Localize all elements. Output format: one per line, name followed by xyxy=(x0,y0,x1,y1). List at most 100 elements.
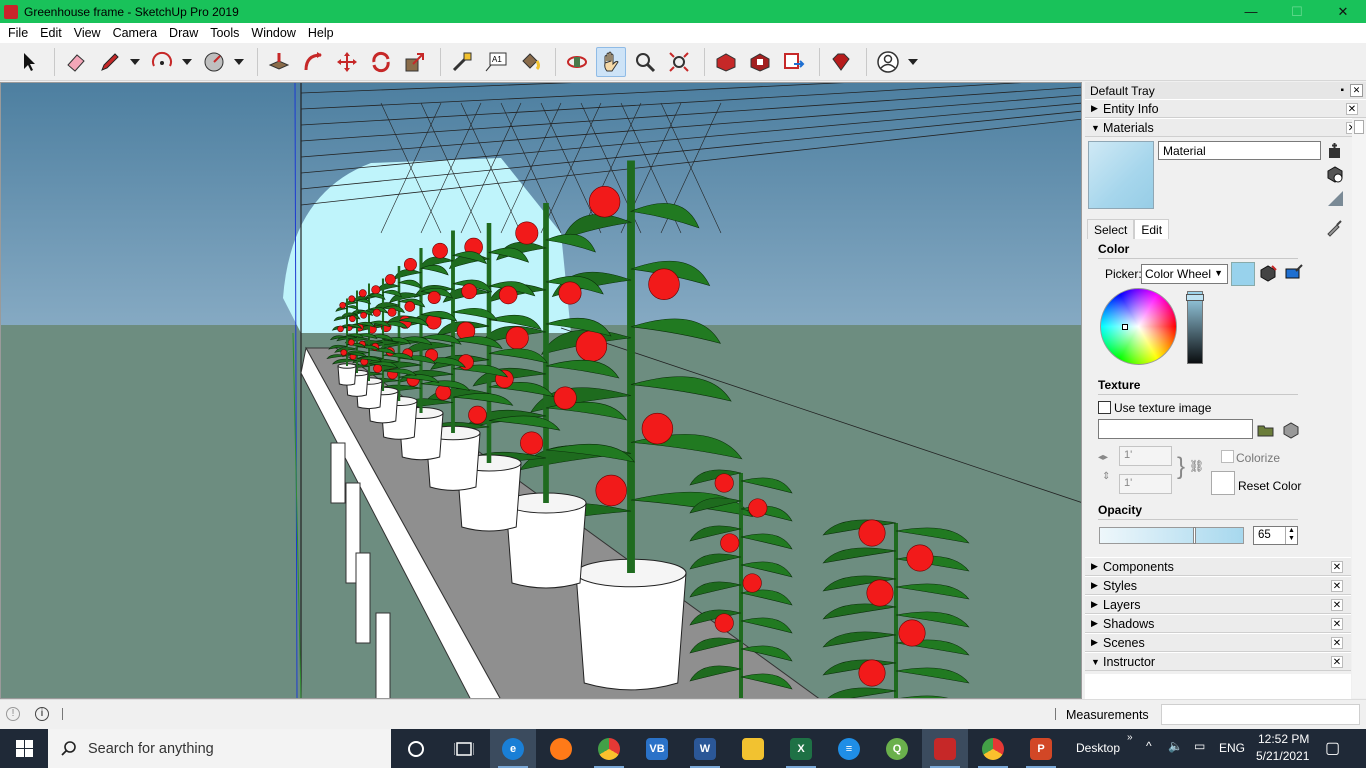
opacity-slider-knob[interactable] xyxy=(1193,527,1196,544)
account-icon[interactable] xyxy=(873,47,903,77)
measurements-field[interactable] xyxy=(1161,704,1360,725)
shape-dropdown-icon[interactable] xyxy=(233,47,245,77)
taskbar-excel[interactable]: X xyxy=(778,729,824,768)
taskbar-app-blue[interactable]: ≡ xyxy=(826,729,872,768)
tab-select[interactable]: Select xyxy=(1087,219,1135,239)
aspect-link-icon[interactable]: } xyxy=(1177,453,1185,481)
account-dropdown-icon[interactable] xyxy=(907,47,919,77)
current-color-chip[interactable] xyxy=(1231,262,1255,286)
text-tool-icon[interactable]: A1 xyxy=(481,47,511,77)
taskbar-edge[interactable]: e xyxy=(490,729,536,768)
menu-edit[interactable]: Edit xyxy=(34,26,68,40)
follow-me-tool-icon[interactable] xyxy=(298,47,328,77)
select-tool-icon[interactable] xyxy=(14,47,44,77)
scale-tool-icon[interactable] xyxy=(400,47,430,77)
texture-path-field[interactable] xyxy=(1098,419,1253,439)
material-swatch[interactable] xyxy=(1088,141,1154,209)
reset-color-swatch[interactable] xyxy=(1211,471,1235,495)
sample-material-triangle-icon[interactable] xyxy=(1326,189,1344,207)
move-tool-icon[interactable] xyxy=(332,47,362,77)
texture-height-field[interactable]: 1' xyxy=(1119,474,1172,494)
panel-scenes[interactable]: ▶ Scenes ✕ xyxy=(1085,633,1351,652)
orbit-tool-icon[interactable] xyxy=(562,47,592,77)
texture-width-field[interactable]: 1' xyxy=(1119,446,1172,466)
close-button[interactable]: ✕ xyxy=(1320,0,1366,23)
instructor-info-icon[interactable]: i xyxy=(35,707,49,721)
notifications-icon[interactable]: ▢ xyxy=(1325,738,1340,758)
greenhouse-scene[interactable] xyxy=(1,83,1082,699)
tray-close-button[interactable]: ✕ xyxy=(1350,84,1363,97)
pan-tool-icon[interactable] xyxy=(596,46,626,77)
panel-close-icon[interactable]: ✕ xyxy=(1346,103,1358,115)
taskbar-chrome-2[interactable] xyxy=(970,729,1016,768)
start-button[interactable] xyxy=(0,729,48,768)
taskbar-sketchup[interactable] xyxy=(922,729,968,768)
geo-location-icon[interactable]: ! xyxy=(6,707,20,721)
taskbar-file-explorer[interactable] xyxy=(730,729,776,768)
panel-instructor[interactable]: ▼ Instructor ✕ xyxy=(1085,652,1351,671)
show-hidden-icons-chevron-icon[interactable]: ^ xyxy=(1146,739,1152,753)
tab-edit[interactable]: Edit xyxy=(1134,219,1170,239)
menu-file[interactable]: File xyxy=(2,26,34,40)
panel-close-icon[interactable]: ✕ xyxy=(1331,561,1343,573)
scrollbar-thumb[interactable] xyxy=(1354,120,1364,134)
match-model-color-icon[interactable] xyxy=(1259,264,1277,282)
layout-send-icon[interactable] xyxy=(779,47,809,77)
tray-scrollbar[interactable] xyxy=(1352,118,1366,698)
minimize-button[interactable]: — xyxy=(1228,0,1274,23)
menu-camera[interactable]: Camera xyxy=(107,26,163,40)
taskbar-vb[interactable]: VB xyxy=(634,729,680,768)
cortana-icon[interactable] xyxy=(393,729,439,768)
arc-dropdown-icon[interactable] xyxy=(181,47,193,77)
panel-close-icon[interactable]: ✕ xyxy=(1331,637,1343,649)
panel-close-icon[interactable]: ✕ xyxy=(1331,656,1343,668)
maximize-button[interactable]: ☐ xyxy=(1274,0,1320,23)
menu-draw[interactable]: Draw xyxy=(163,26,204,40)
ruby-extension-icon[interactable] xyxy=(826,47,856,77)
eraser-tool-icon[interactable] xyxy=(61,47,91,77)
panel-close-icon[interactable]: ✕ xyxy=(1331,580,1343,592)
model-viewport[interactable] xyxy=(0,82,1082,699)
arc-tool-icon[interactable] xyxy=(147,47,177,77)
toolbar-chevron-icon[interactable]: » xyxy=(1127,732,1133,743)
tape-measure-tool-icon[interactable] xyxy=(447,47,477,77)
create-material-icon[interactable] xyxy=(1326,165,1344,183)
new-material-icon[interactable] xyxy=(1326,142,1344,160)
taskbar-search[interactable]: Search for anything xyxy=(48,729,391,768)
picker-select[interactable]: Color Wheel ▼ xyxy=(1141,264,1228,284)
chain-link-icon[interactable]: ⛓ xyxy=(1189,459,1204,473)
brightness-slider[interactable] xyxy=(1186,291,1204,364)
color-wheel-marker[interactable] xyxy=(1122,324,1128,330)
zoom-extents-tool-icon[interactable] xyxy=(664,47,694,77)
panel-close-icon[interactable]: ✕ xyxy=(1331,618,1343,630)
opacity-spinner[interactable]: 65 ▲ ▼ xyxy=(1253,526,1298,545)
panel-entity-info[interactable]: ▶ Entity Info ✕ xyxy=(1085,99,1366,118)
rotate-tool-icon[interactable] xyxy=(366,47,396,77)
pencil-dropdown-icon[interactable] xyxy=(129,47,141,77)
clock-time[interactable]: 12:52 PM xyxy=(1258,732,1309,746)
push-pull-tool-icon[interactable] xyxy=(264,47,294,77)
panel-materials[interactable]: ▼ Materials ✕ xyxy=(1085,118,1366,137)
brightness-slider-knob[interactable] xyxy=(1186,294,1204,301)
shape-tool-icon[interactable] xyxy=(199,47,229,77)
taskbar-chrome[interactable] xyxy=(586,729,632,768)
menu-tools[interactable]: Tools xyxy=(204,26,245,40)
spinner-arrows-icon[interactable]: ▲ ▼ xyxy=(1285,527,1297,544)
eyedropper-icon[interactable] xyxy=(1325,219,1343,237)
taskbar-word[interactable]: W xyxy=(682,729,728,768)
colorize-checkbox[interactable] xyxy=(1221,450,1234,463)
material-name-field[interactable]: Material xyxy=(1158,141,1321,160)
reset-color-label[interactable]: Reset Color xyxy=(1238,479,1301,493)
edit-texture-icon[interactable] xyxy=(1282,421,1300,439)
extension-warehouse-icon[interactable] xyxy=(745,47,775,77)
menu-view[interactable]: View xyxy=(68,26,107,40)
task-view-icon[interactable] xyxy=(441,729,487,768)
3d-warehouse-icon[interactable] xyxy=(711,47,741,77)
taskbar-powerpoint[interactable]: P xyxy=(1018,729,1064,768)
browse-folder-icon[interactable] xyxy=(1257,421,1275,439)
panel-layers[interactable]: ▶ Layers ✕ xyxy=(1085,595,1351,614)
desktop-toolbar-label[interactable]: Desktop xyxy=(1076,741,1120,755)
taskbar-qgis[interactable]: Q xyxy=(874,729,920,768)
panel-shadows[interactable]: ▶ Shadows ✕ xyxy=(1085,614,1351,633)
menu-window[interactable]: Window xyxy=(245,26,301,40)
